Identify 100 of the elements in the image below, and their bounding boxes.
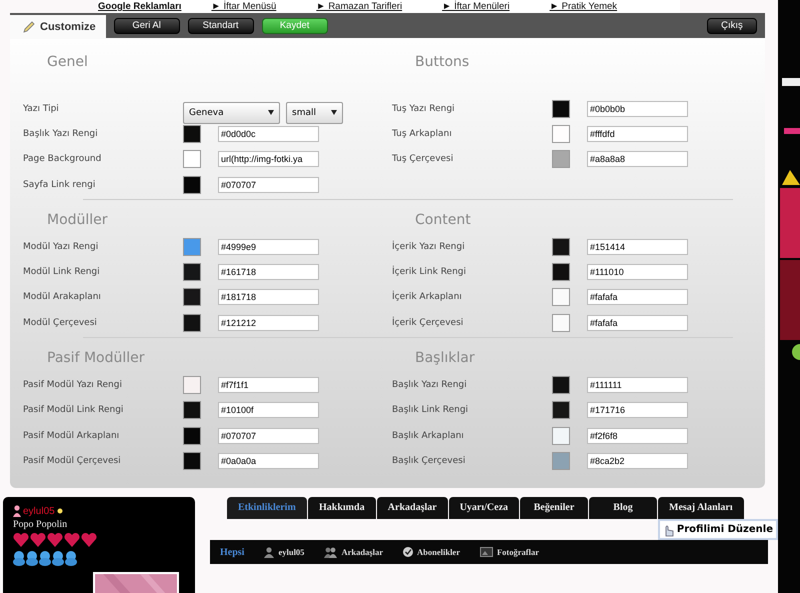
color-swatch[interactable]	[552, 150, 570, 168]
color-input[interactable]: #171716	[587, 402, 688, 418]
color-input[interactable]: #fffdfd	[587, 126, 688, 142]
color-input[interactable]: #181718	[218, 289, 319, 306]
color-input[interactable]: url(http://img-fotki.ya	[218, 151, 319, 168]
profile-tab[interactable]: Uyarı/Ceza	[448, 497, 520, 519]
setting-label: Pasif Modül Yazı Rengi	[23, 380, 123, 390]
color-input[interactable]: #0b0b0b	[587, 100, 688, 117]
color-input[interactable]: #070707	[218, 176, 319, 193]
top-link[interactable]: ► Pratik Yemek	[550, 0, 618, 13]
username[interactable]: eylul05	[23, 506, 55, 516]
color-input[interactable]: #4999e9	[218, 238, 319, 255]
setting-label: Başlık Çerçevesi	[392, 456, 466, 466]
status-dot-icon	[56, 508, 63, 514]
color-input[interactable]: #151414	[587, 238, 688, 255]
filter-tab[interactable]: eylul05	[264, 546, 304, 558]
section-title: Genel	[47, 53, 89, 72]
dropdown-icon	[268, 110, 274, 116]
person-icon	[264, 546, 274, 558]
setting-label: Modül Yazı Rengi	[23, 242, 100, 252]
color-input[interactable]: #f2f6f8	[587, 428, 688, 444]
color-swatch[interactable]	[183, 401, 201, 420]
color-input[interactable]: #fafafa	[587, 289, 688, 306]
color-swatch[interactable]	[183, 288, 201, 306]
hand-icon	[662, 522, 675, 536]
profile-tab[interactable]: Hakkımda	[308, 497, 376, 519]
profile-tab[interactable]: Beğeniler	[520, 497, 588, 519]
color-swatch[interactable]	[183, 314, 201, 332]
color-input[interactable]: #a8a8a8	[587, 151, 688, 168]
section-title: Content	[415, 211, 472, 230]
color-swatch[interactable]	[552, 263, 570, 282]
color-input[interactable]: #fafafa	[587, 314, 688, 331]
color-swatch[interactable]	[552, 314, 570, 332]
color-swatch[interactable]	[552, 452, 570, 470]
setting-label: Modül Arakaplanı	[23, 292, 102, 302]
setting-label: İçerik Link Rengi	[392, 267, 468, 278]
top-link[interactable]: ► İftar Menüleri	[442, 0, 510, 13]
filter-tab[interactable]: Fotoğraflar	[480, 547, 539, 557]
customize-tab[interactable]: Customize	[10, 14, 106, 38]
color-swatch[interactable]	[183, 376, 201, 394]
color-swatch[interactable]	[183, 150, 201, 168]
color-input[interactable]: #8ca2b2	[587, 452, 688, 469]
color-swatch[interactable]	[183, 426, 201, 445]
top-link[interactable]: ► Ramazan Tarifleri	[316, 0, 402, 13]
color-swatch[interactable]	[552, 238, 570, 256]
section-title: Modüller	[47, 211, 109, 230]
color-input[interactable]: #111111	[587, 377, 688, 394]
color-input[interactable]: #0a0a0a	[218, 452, 319, 469]
setting-label: Başlık Yazı Rengi	[392, 380, 468, 390]
dropdown-icon	[331, 110, 337, 116]
setting-label: Tuş Yazı Rengi	[392, 104, 456, 114]
photo-icon	[480, 547, 493, 557]
color-swatch[interactable]	[552, 124, 570, 143]
profile-tab[interactable]: Blog	[589, 497, 658, 519]
filter-tab[interactable]: Abonelikler	[403, 547, 460, 557]
exit-button[interactable]: Çıkış	[707, 18, 757, 34]
setting-label: Yazı Tipi	[23, 104, 60, 114]
filter-tab[interactable]: Hepsi	[220, 546, 244, 558]
color-swatch[interactable]	[183, 238, 201, 256]
setting-label: Tuş Arkaplanı	[392, 128, 453, 139]
setting-label: Page Background	[23, 154, 102, 164]
check-icon	[403, 547, 413, 557]
profile-subtitle: Popo Popolin	[13, 519, 68, 530]
top-link[interactable]: ► İftar Menüsü	[211, 0, 276, 13]
color-swatch[interactable]	[552, 426, 570, 445]
size-select[interactable]: small	[286, 102, 343, 124]
setting-label: Başlık Link Rengi	[392, 405, 470, 416]
toolbar-button[interactable]: Standart	[188, 18, 254, 34]
color-swatch[interactable]	[183, 263, 201, 282]
color-input[interactable]: #0d0d0c	[218, 126, 319, 142]
color-input[interactable]: #111010	[587, 264, 688, 280]
color-swatch[interactable]	[183, 176, 201, 194]
color-input[interactable]: #121212	[218, 314, 319, 331]
color-input[interactable]: #f7f1f1	[218, 377, 319, 394]
color-swatch[interactable]	[552, 401, 570, 420]
color-swatch[interactable]	[183, 124, 201, 143]
setting-label: Başlık Yazı Rengi	[23, 128, 99, 139]
profile-tab[interactable]: Arkadaşlar	[376, 497, 448, 519]
people-icon	[324, 546, 338, 558]
profile-tab[interactable]: Mesaj Alanları	[658, 497, 744, 519]
profile-tab[interactable]: Etkinliklerim	[227, 497, 307, 519]
top-link[interactable]: Google Reklamları	[98, 0, 182, 13]
color-swatch[interactable]	[552, 100, 570, 118]
color-swatch[interactable]	[183, 452, 201, 470]
section-title: Başlıklar	[415, 349, 476, 368]
setting-label: Tuş Çerçevesi	[392, 154, 454, 164]
color-swatch[interactable]	[552, 288, 570, 306]
color-input[interactable]: #161718	[218, 264, 319, 280]
color-swatch[interactable]	[552, 376, 570, 394]
setting-label: Sayfa Link rengi	[23, 180, 96, 190]
font-select[interactable]: Geneva	[183, 102, 280, 124]
filter-tab[interactable]: Arkadaşlar	[324, 546, 383, 558]
toolbar-button[interactable]: Geri Al	[114, 18, 180, 34]
birds-drawing	[13, 550, 79, 566]
edit-profile-button[interactable]: Profilimi Düzenle	[658, 519, 778, 540]
setting-label: Modül Çerçevesi	[23, 318, 98, 328]
color-input[interactable]: #070707	[218, 428, 319, 444]
section-title: Pasif Modüller	[47, 349, 146, 368]
color-input[interactable]: #10100f	[218, 402, 319, 418]
pencil-icon	[22, 20, 36, 34]
